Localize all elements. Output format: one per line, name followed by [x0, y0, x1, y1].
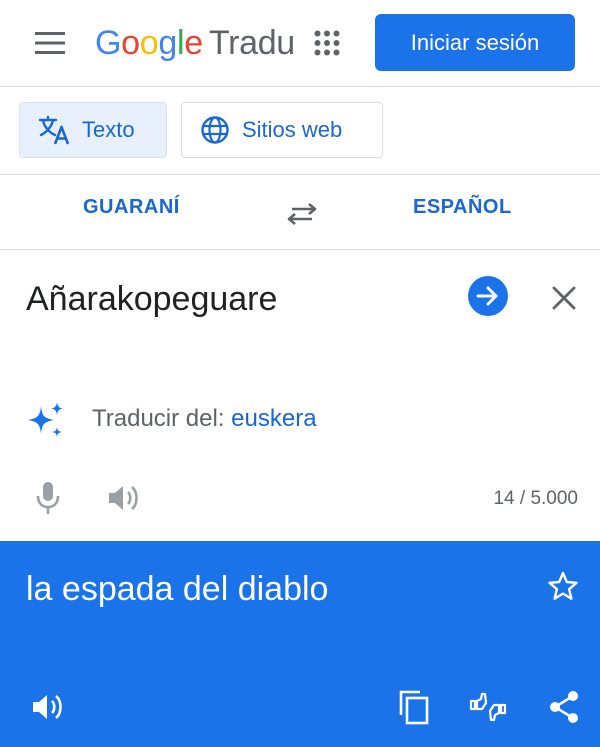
- share-icon: [550, 691, 578, 723]
- sparkle-icon: [28, 402, 63, 437]
- detect-prefix: Traducir del:: [92, 405, 232, 432]
- star-outline-icon: [548, 571, 578, 600]
- copy-translation-button[interactable]: [394, 687, 434, 727]
- tab-text[interactable]: Texto: [19, 102, 167, 158]
- character-count: 14 / 5.000: [493, 488, 578, 509]
- translate-icon: [38, 115, 70, 145]
- source-language-button[interactable]: GUARANÍ: [83, 196, 180, 219]
- microphone-button[interactable]: [30, 478, 66, 518]
- translate-go-button[interactable]: [468, 276, 508, 316]
- tab-text-label: Texto: [82, 117, 135, 142]
- close-icon: [552, 286, 576, 310]
- app-header: Google Tradu Iniciar sesión: [0, 0, 600, 86]
- listen-source-button[interactable]: [104, 478, 144, 518]
- header-divider: [0, 86, 600, 87]
- product-name: Tradu: [208, 24, 295, 62]
- save-translation-button[interactable]: [544, 567, 582, 605]
- apps-button[interactable]: [308, 24, 346, 62]
- arrow-right-icon: [476, 286, 498, 306]
- menu-button[interactable]: [28, 26, 72, 60]
- google-translate-logo[interactable]: Google Tradu: [95, 20, 295, 66]
- share-translation-button[interactable]: [544, 687, 584, 727]
- clear-text-button[interactable]: [546, 280, 582, 316]
- source-text-input[interactable]: Añarakopeguare: [26, 280, 277, 319]
- hamburger-menu-icon: [35, 32, 65, 54]
- detected-language-link[interactable]: euskera: [231, 405, 316, 432]
- speaker-icon: [33, 695, 62, 719]
- language-divider: [0, 249, 600, 250]
- target-language-button[interactable]: ESPAÑOL: [413, 196, 512, 219]
- tab-websites[interactable]: Sitios web: [181, 102, 383, 158]
- signin-button[interactable]: Iniciar sesión: [375, 14, 575, 71]
- swap-arrows-icon: [287, 203, 317, 225]
- globe-icon: [201, 116, 229, 144]
- tab-websites-label: Sitios web: [242, 117, 343, 142]
- thumbs-up-down-icon: [469, 692, 507, 722]
- listen-translation-button[interactable]: [28, 687, 68, 727]
- rate-translation-button[interactable]: [468, 687, 508, 727]
- tabs-divider: [0, 174, 600, 175]
- translation-output-panel: la espada del diablo: [0, 541, 600, 747]
- swap-languages-button[interactable]: [283, 195, 321, 233]
- copy-icon: [399, 690, 429, 725]
- speaker-icon: [109, 486, 138, 510]
- microphone-icon: [36, 482, 60, 514]
- apps-grid-icon: [314, 30, 340, 56]
- detected-language-suggestion: Traducir del: euskera: [92, 405, 317, 433]
- translation-text: la espada del diablo: [26, 570, 329, 608]
